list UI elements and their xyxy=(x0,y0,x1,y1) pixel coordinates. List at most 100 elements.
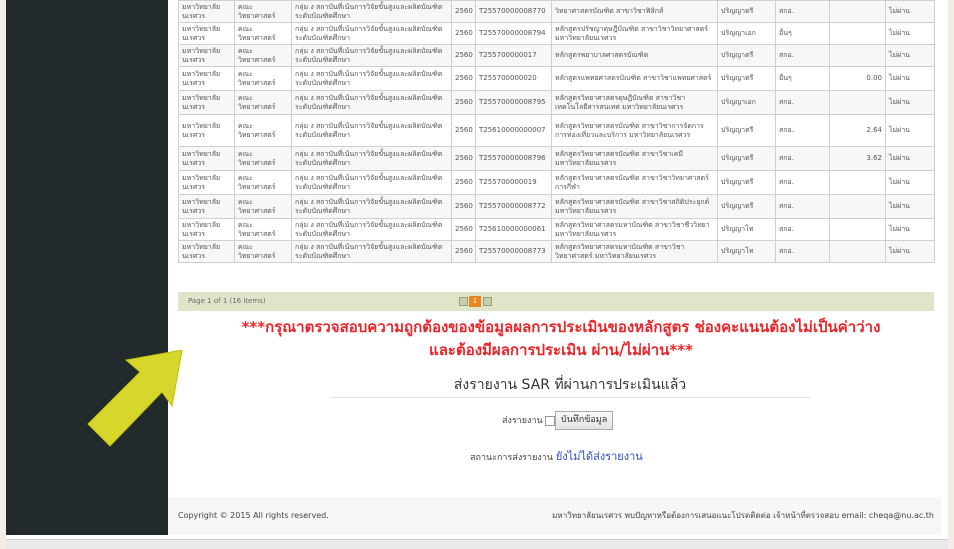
table-cell: คณะวิทยาศาสตร์ xyxy=(234,114,292,147)
table-cell: T25570000008794 xyxy=(475,22,552,45)
table-cell: กลุ่ม ง สถาบันที่เน้นการวิจัยขั้นสูงและผ… xyxy=(291,218,452,241)
table-cell: คณะวิทยาศาสตร์ xyxy=(234,90,292,115)
table-cell: คณะวิทยาศาสตร์ xyxy=(234,146,292,171)
table-row: มหาวิทยาลัยนเรศวร คณะวิทยาศาสตร์ กลุ่ม ง ส… xyxy=(178,22,935,45)
table-cell: 2560 xyxy=(451,0,476,23)
table-cell: 0.00 xyxy=(829,66,886,91)
table-cell: T25570000008772 xyxy=(475,194,552,219)
table-cell: T255700000019 xyxy=(475,170,552,195)
table-cell xyxy=(829,194,886,219)
current-page-button[interactable]: 1 xyxy=(469,296,481,307)
table-cell: กลุ่ม ง สถาบันที่เน้นการวิจัยขั้นสูงและผ… xyxy=(291,114,452,147)
table-cell: 3.62 xyxy=(829,146,886,171)
table-cell: T25570000008796 xyxy=(475,146,552,171)
table-cell: หลักสูตรวิทยาศาสตรบัณฑิต สาขาวิชาสถิติปร… xyxy=(551,194,718,219)
next-page-icon[interactable] xyxy=(483,297,492,306)
table-cell: ปริญญาโท xyxy=(717,218,776,241)
table-cell: กลุ่ม ง สถาบันที่เน้นการวิจัยขั้นสูงและผ… xyxy=(291,240,452,263)
table-cell: หลักสูตรวิทยาศาสตรบัณฑิต สาขาวิชาเคมี มห… xyxy=(551,146,718,171)
table-cell: หลักสูตรแพทยศาสตรบัณฑิต สาขาวิชาแพทยศาสต… xyxy=(551,66,718,91)
table-cell: 2.64 xyxy=(829,114,886,147)
table-cell: มหาวิทยาลัยนเรศวร xyxy=(178,194,235,219)
table-row: มหาวิทยาลัยนเรศวร คณะวิทยาศาสตร์ กลุ่ม ง ส… xyxy=(178,90,935,115)
table-cell: ไม่ผ่าน xyxy=(885,90,935,115)
table-cell: สกอ. xyxy=(775,218,830,241)
table-cell: ปริญญาตรี xyxy=(717,44,776,67)
table-row: มหาวิทยาลัยนเรศวร คณะวิทยาศาสตร์ กลุ่ม ง ส… xyxy=(178,194,935,219)
table-cell xyxy=(829,22,886,45)
table-row: มหาวิทยาลัยนเรศวร คณะวิทยาศาสตร์ กลุ่ม ง ส… xyxy=(178,170,935,195)
table-cell: 2560 xyxy=(451,114,476,147)
yellow-arrow-icon xyxy=(87,350,183,447)
table-row: มหาวิทยาลัยนเรศวร คณะวิทยาศาสตร์ กลุ่ม ง ส… xyxy=(178,240,935,263)
table-cell: T25610000000061 xyxy=(475,218,552,241)
table-cell: ไม่ผ่าน xyxy=(885,240,935,263)
table-cell: 2560 xyxy=(451,90,476,115)
contact-text: มหาวิทยาลัยนเรศวร พบปัญหาหรือต้องการเสนอ… xyxy=(552,511,934,520)
table-cell: กลุ่ม ง สถาบันที่เน้นการวิจัยขั้นสูงและผ… xyxy=(291,170,452,195)
table-cell: ปริญญาตรี xyxy=(717,0,776,23)
table-cell: สกอ. xyxy=(775,146,830,171)
table-cell: วิทยาศาสตรบัณฑิต สาขาวิชาฟิสิกส์ xyxy=(551,0,718,23)
send-report-checkbox[interactable] xyxy=(544,415,555,426)
table-cell: T25570000008795 xyxy=(475,90,552,115)
table-row: มหาวิทยาลัยนเรศวร คณะวิทยาศาสตร์ กลุ่ม ง ส… xyxy=(178,114,935,147)
table-cell: สกอ. xyxy=(775,0,830,23)
table-cell: หลักสูตรวิทยาศาสตรบัณฑิต สาขาวิชาวิทยาศา… xyxy=(551,170,718,195)
table-cell: ไม่ผ่าน xyxy=(885,22,935,45)
table-cell: 2560 xyxy=(451,170,476,195)
table-cell: ปริญญาตรี xyxy=(717,114,776,147)
status-value-link[interactable]: ยังไม่ได้ส่งรายงาน xyxy=(556,450,643,463)
table-cell: คณะวิทยาศาสตร์ xyxy=(234,240,292,263)
table-cell: คณะวิทยาศาสตร์ xyxy=(234,218,292,241)
table-row: มหาวิทยาลัยนเรศวร คณะวิทยาศาสตร์ กลุ่ม ง ส… xyxy=(178,0,935,23)
table-cell: ไม่ผ่าน xyxy=(885,0,935,23)
table-cell: T255700000017 xyxy=(475,44,552,67)
table-cell: T255700000020 xyxy=(475,66,552,91)
table-cell: ไม่ผ่าน xyxy=(885,194,935,219)
table-cell: กลุ่ม ง สถาบันที่เน้นการวิจัยขั้นสูงและผ… xyxy=(291,146,452,171)
table-cell: หลักสูตรวิทยาศาสตรดุษฎีบัณฑิต สาขาวิชาเท… xyxy=(551,90,718,115)
results-table: มหาวิทยาลัยนเรศวร คณะวิทยาศาสตร์ กลุ่ม ง ส… xyxy=(178,0,935,263)
table-cell: มหาวิทยาลัยนเรศวร xyxy=(178,66,235,91)
table-cell: หลักสูตรวิทยาศาสตรมหาบัณฑิต สาขาวิชาชีวว… xyxy=(551,218,718,241)
table-cell: ปริญญาตรี xyxy=(717,146,776,171)
table-cell: ไม่ผ่าน xyxy=(885,44,935,67)
table-cell: หลักสูตรพยาบาลศาสตรบัณฑิต xyxy=(551,44,718,67)
table-cell: มหาวิทยาลัยนเรศวร xyxy=(178,22,235,45)
table-cell: กลุ่ม ง สถาบันที่เน้นการวิจัยขั้นสูงและผ… xyxy=(291,22,452,45)
table-cell: มหาวิทยาลัยนเรศวร xyxy=(178,0,235,23)
table-cell: มหาวิทยาลัยนเรศวร xyxy=(178,240,235,263)
send-report-label: ส่งรายงาน xyxy=(502,416,543,426)
table-cell xyxy=(829,44,886,67)
table-cell xyxy=(829,218,886,241)
table-cell: 2560 xyxy=(451,44,476,67)
save-button[interactable]: บันทึกข้อมูล xyxy=(555,411,614,430)
table-cell: คณะวิทยาศาสตร์ xyxy=(234,0,292,23)
table-row: มหาวิทยาลัยนเรศวร คณะวิทยาศาสตร์ กลุ่ม ง ส… xyxy=(178,44,935,67)
table-cell: ปริญญาตรี xyxy=(717,66,776,91)
table-cell: ปริญญาตรี xyxy=(717,194,776,219)
table-cell: 2560 xyxy=(451,194,476,219)
table-cell: ไม่ผ่าน xyxy=(885,66,935,91)
table-cell: 2560 xyxy=(451,66,476,91)
table-cell: หลักสูตรวิทยาศาสตรมหาบัณฑิต สาขาวิชาวิทย… xyxy=(551,240,718,263)
pager-summary: Page 1 of 1 (16 items) xyxy=(188,297,266,305)
table-cell: T25570000008773 xyxy=(475,240,552,263)
table-cell: ปริญญาเอก xyxy=(717,90,776,115)
table-cell: มหาวิทยาลัยนเรศวร xyxy=(178,90,235,115)
status-label: สถานะการส่งรายงาน xyxy=(470,453,553,463)
table-cell xyxy=(829,240,886,263)
table-cell: สกอ. xyxy=(775,114,830,147)
table-row: มหาวิทยาลัยนเรศวร คณะวิทยาศาสตร์ กลุ่ม ง ส… xyxy=(178,66,935,91)
table-cell: คณะวิทยาศาสตร์ xyxy=(234,44,292,67)
table-row: มหาวิทยาลัยนเรศวร คณะวิทยาศาสตร์ กลุ่ม ง ส… xyxy=(178,218,935,241)
prev-page-icon[interactable] xyxy=(459,297,468,306)
table-cell: สกอ. xyxy=(775,90,830,115)
copyright-text: Copyright © 2015 All rights reserved. xyxy=(178,511,329,520)
table-cell: กลุ่ม ง สถาบันที่เน้นการวิจัยขั้นสูงและผ… xyxy=(291,194,452,219)
table-cell: มหาวิทยาลัยนเรศวร xyxy=(178,114,235,147)
send-report-row: ส่งรายงาน xyxy=(502,413,555,427)
table-cell: T25570000008770 xyxy=(475,0,552,23)
table-cell: มหาวิทยาลัยนเรศวร xyxy=(178,218,235,241)
